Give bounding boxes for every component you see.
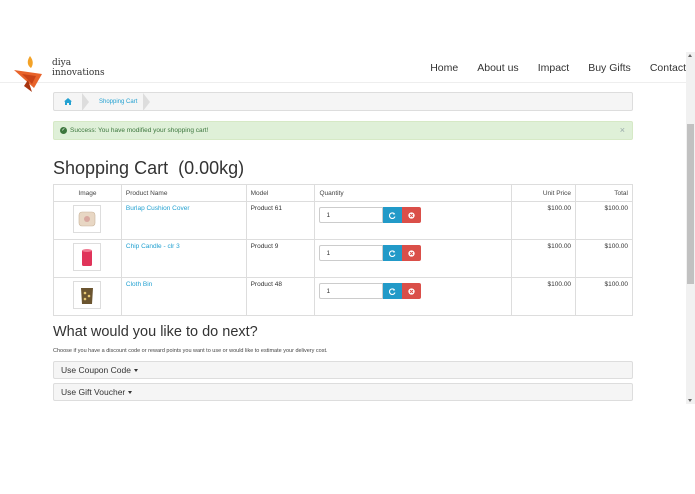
product-thumbnail[interactable]: [73, 205, 102, 233]
product-link[interactable]: Cloth Bin: [126, 281, 152, 288]
breadcrumb-separator: [82, 92, 89, 111]
product-name-cell: Chip Candle - clr 3: [120, 239, 247, 278]
scroll-down-arrow-icon[interactable]: [688, 399, 692, 402]
header-product-name: Product Name: [120, 184, 247, 202]
product-name-cell: Burlap Cushion Cover: [120, 201, 247, 240]
brand-line1: diya: [52, 58, 72, 68]
header-model: Model: [245, 184, 316, 202]
refresh-icon: [389, 287, 396, 295]
browser-viewport: diya innovations Home About us Impact Bu…: [0, 52, 686, 404]
quantity-input[interactable]: 1: [319, 207, 384, 223]
remove-icon: [408, 249, 416, 257]
page-title: Shopping Cart (0.00kg): [53, 158, 245, 178]
unit-price-cell: $100.00: [511, 201, 577, 240]
table-header-row: Image Product Name Model Quantity Unit P…: [53, 184, 633, 202]
cloth-bin-image: [81, 288, 94, 304]
header-image: Image: [53, 184, 122, 202]
quantity-input[interactable]: 1: [319, 245, 384, 261]
remove-icon: [408, 287, 416, 295]
breadcrumb-shopping-cart[interactable]: Shopping Cart: [99, 99, 137, 105]
scrollbar-thumb[interactable]: [687, 124, 694, 284]
site-logo[interactable]: diya innovations: [12, 52, 105, 94]
breadcrumb: Shopping Cart: [53, 92, 633, 111]
product-image-cell: [53, 239, 122, 278]
update-button[interactable]: [383, 245, 403, 261]
remove-button[interactable]: [402, 207, 422, 223]
refresh-icon: [389, 249, 396, 257]
total-cell: $100.00: [575, 239, 633, 278]
nav-about-us[interactable]: About us: [477, 62, 518, 74]
product-name-cell: Cloth Bin: [120, 277, 247, 316]
breadcrumb-home[interactable]: [54, 93, 82, 110]
site-header: diya innovations Home About us Impact Bu…: [0, 52, 686, 92]
nav-home[interactable]: Home: [430, 62, 458, 74]
quantity-control: 1: [319, 207, 507, 223]
coupon-code-panel[interactable]: Use Coupon Code: [53, 361, 633, 379]
total-cell: $100.00: [575, 201, 633, 240]
nav-impact[interactable]: Impact: [538, 62, 570, 74]
cart-table: Image Product Name Model Quantity Unit P…: [53, 184, 633, 316]
product-model-cell: Product 9: [245, 239, 316, 278]
cushion-image: [79, 211, 96, 227]
brand-line2: innovations: [52, 68, 105, 78]
coupon-code-label: Use Coupon Code: [61, 365, 131, 375]
product-image-cell: [53, 201, 122, 240]
total-cell: $100.00: [575, 277, 633, 316]
update-button[interactable]: [383, 283, 403, 299]
next-steps-description: Choose if you have a discount code or re…: [53, 348, 328, 354]
candle-image: [82, 249, 93, 266]
breadcrumb-separator: [143, 92, 151, 111]
product-thumbnail[interactable]: [73, 243, 102, 271]
refresh-icon: [389, 211, 396, 219]
header-unit-price: Unit Price: [511, 184, 577, 202]
nav-buy-gifts[interactable]: Buy Gifts: [588, 62, 631, 74]
success-alert: ✓ Success: You have modified your shoppi…: [53, 121, 633, 140]
update-button[interactable]: [383, 207, 403, 223]
scroll-up-arrow-icon[interactable]: [688, 54, 692, 57]
brand-name: diya innovations: [52, 58, 105, 78]
product-link[interactable]: Burlap Cushion Cover: [126, 205, 190, 212]
product-link[interactable]: Chip Candle - clr 3: [126, 243, 180, 250]
product-model-cell: Product 48: [245, 277, 316, 316]
diya-lamp-icon: [14, 56, 42, 92]
product-thumbnail[interactable]: [73, 281, 102, 309]
product-model-cell: Product 61: [245, 201, 316, 240]
caret-down-icon: [128, 390, 133, 394]
table-row: Chip Candle - clr 3 Product 9 1 $100.00 …: [53, 239, 633, 278]
header-quantity: Quantity: [314, 184, 513, 202]
page: diya innovations Home About us Impact Bu…: [0, 0, 695, 494]
gift-voucher-label: Use Gift Voucher: [61, 387, 126, 397]
alert-close-button[interactable]: ×: [620, 125, 625, 135]
product-image-cell: [53, 277, 122, 316]
quantity-control: 1: [319, 245, 507, 261]
quantity-input[interactable]: 1: [319, 283, 384, 299]
home-icon: [64, 98, 72, 105]
remove-button[interactable]: [402, 245, 422, 261]
unit-price-cell: $100.00: [511, 277, 577, 316]
nav-contact[interactable]: Contact: [650, 62, 686, 74]
unit-price-cell: $100.00: [511, 239, 577, 278]
remove-button[interactable]: [402, 283, 422, 299]
quantity-cell: 1: [314, 239, 513, 278]
vertical-scrollbar[interactable]: [686, 52, 695, 404]
quantity-cell: 1: [314, 201, 513, 240]
header-total: Total: [575, 184, 633, 202]
gift-voucher-panel[interactable]: Use Gift Voucher: [53, 383, 633, 401]
table-row: Cloth Bin Product 48 1 $100.00 $100.00: [53, 277, 633, 316]
main-nav: Home About us Impact Buy Gifts Contact: [411, 62, 686, 74]
next-steps-title: What would you like to do next?: [53, 324, 258, 340]
remove-icon: [408, 211, 416, 219]
quantity-control: 1: [319, 283, 507, 299]
check-circle-icon: ✓: [60, 127, 67, 134]
table-row: Burlap Cushion Cover Product 61 1 $100.0…: [53, 201, 633, 240]
caret-down-icon: [133, 368, 138, 372]
alert-message: Success: You have modified your shopping…: [70, 127, 209, 134]
quantity-cell: 1: [314, 277, 513, 316]
